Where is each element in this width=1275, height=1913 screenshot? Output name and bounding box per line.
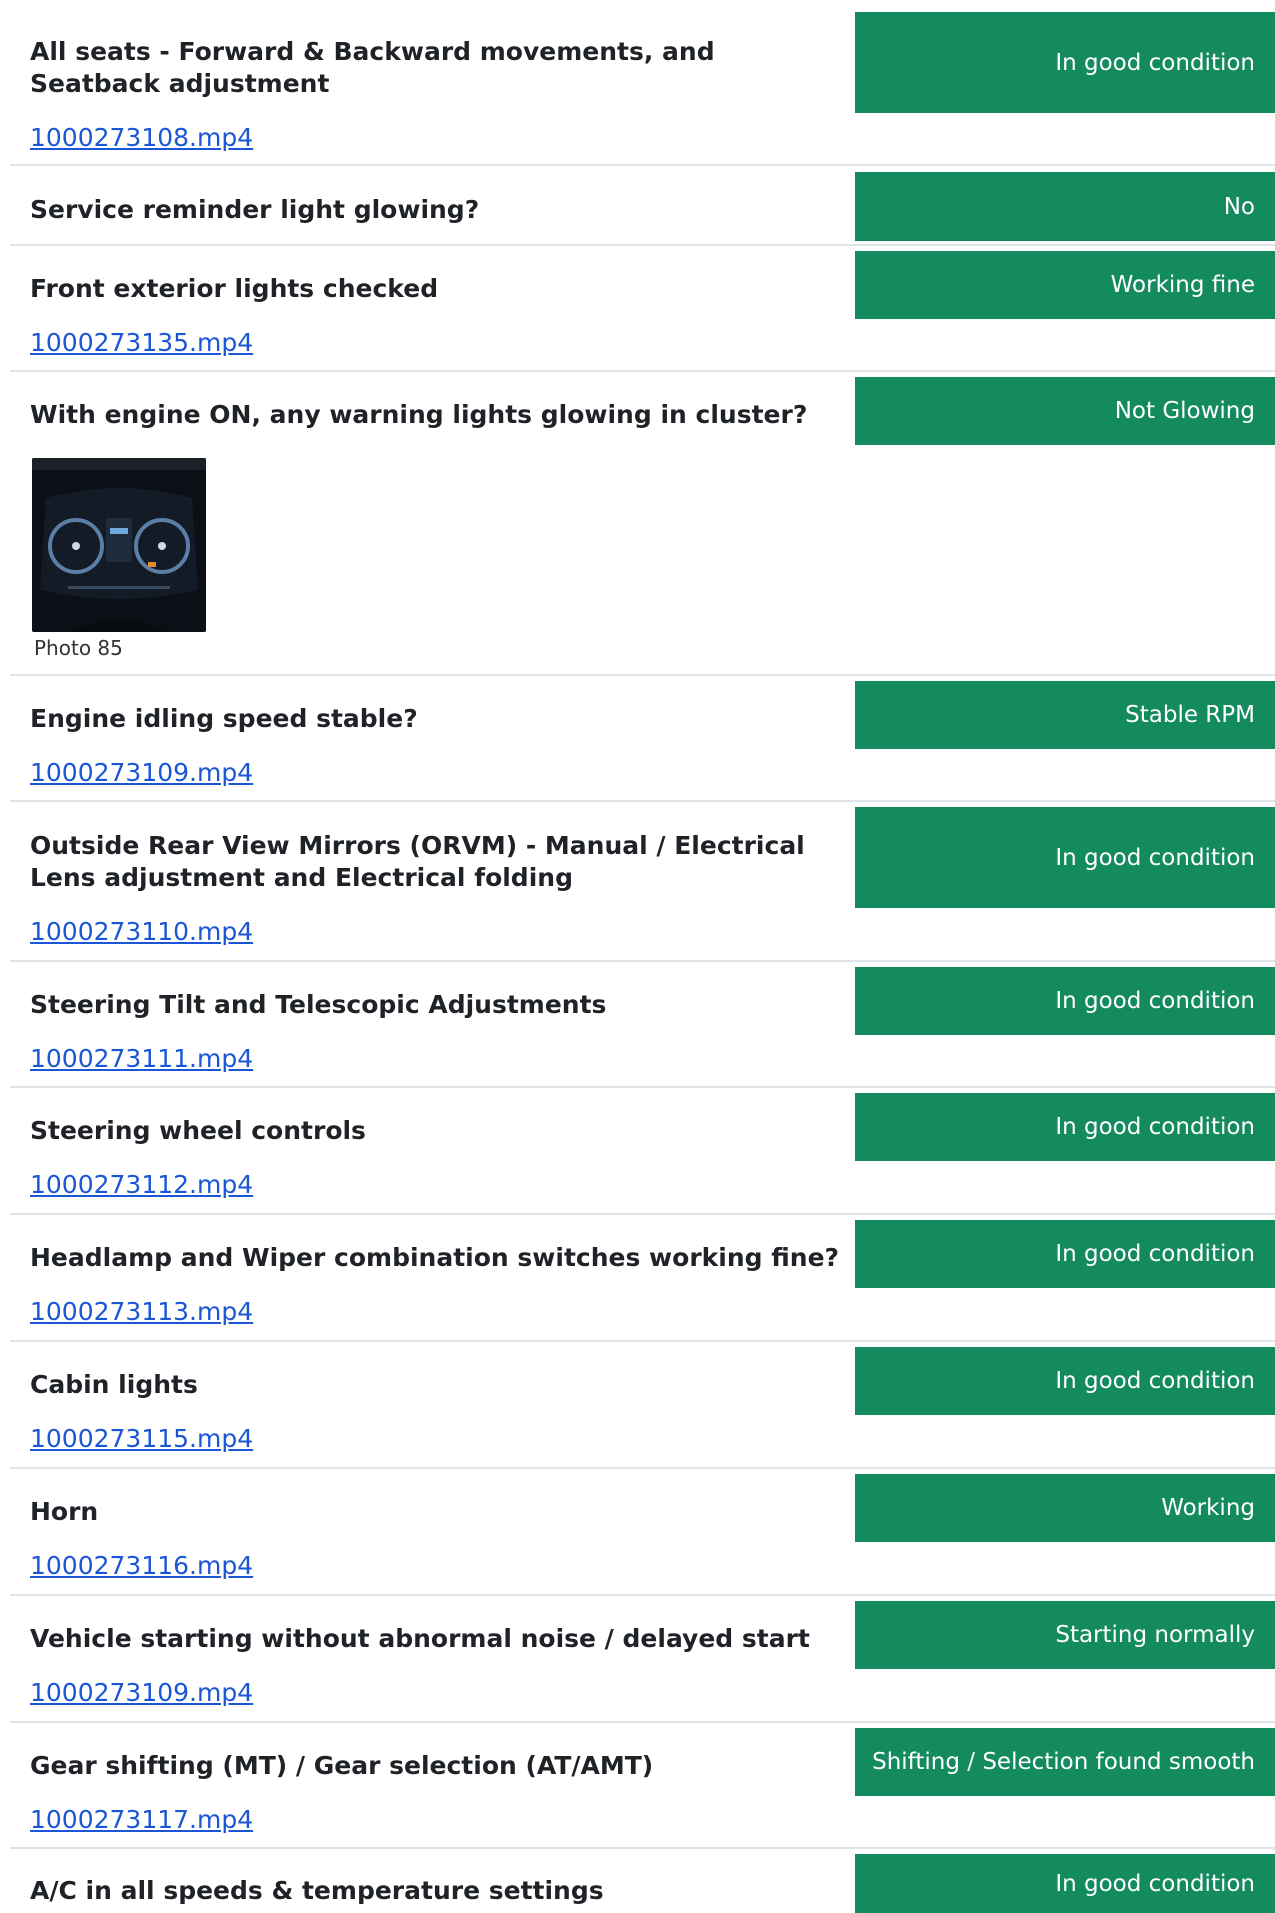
status-badge: In good condition	[855, 1854, 1275, 1913]
item-label: Outside Rear View Mirrors (ORVM) - Manua…	[30, 831, 805, 892]
checklist-row: Steering wheel controls In good conditio…	[10, 1088, 1275, 1215]
status-badge: No	[855, 172, 1275, 241]
status-badge: In good condition	[855, 12, 1275, 113]
status-badge: Shifting / Selection found smooth	[855, 1728, 1275, 1796]
item-label: A/C in all speeds & temperature settings	[30, 1876, 604, 1905]
item-label: All seats - Forward & Backward movements…	[30, 37, 715, 98]
status-badge: Working	[855, 1474, 1275, 1542]
status-badge: Not Glowing	[855, 377, 1275, 445]
status-badge: Starting normally	[855, 1601, 1275, 1669]
checklist-row: Vehicle starting without abnormal noise …	[10, 1596, 1275, 1723]
checklist-row: Outside Rear View Mirrors (ORVM) - Manua…	[10, 802, 1275, 962]
item-label: Engine idling speed stable?	[30, 704, 418, 733]
video-link[interactable]: 1000273116.mp4	[30, 1550, 253, 1582]
item-label: Gear shifting (MT) / Gear selection (AT/…	[30, 1751, 654, 1780]
checklist-row: Gear shifting (MT) / Gear selection (AT/…	[10, 1723, 1275, 1849]
checklist-row: A/C in all speeds & temperature settings…	[10, 1849, 1275, 1913]
status-badge: In good condition	[855, 1220, 1275, 1288]
video-link[interactable]: 1000273115.mp4	[30, 1423, 253, 1455]
checklist-row: Engine idling speed stable? Stable RPM 1…	[10, 676, 1275, 802]
video-link[interactable]: 1000273109.mp4	[30, 1677, 253, 1709]
item-label: With engine ON, any warning lights glowi…	[30, 400, 808, 429]
cluster-photo-thumbnail[interactable]	[32, 458, 206, 632]
item-label: Headlamp and Wiper combination switches …	[30, 1243, 840, 1272]
item-label: Service reminder light glowing?	[30, 195, 480, 224]
video-link[interactable]: 1000273112.mp4	[30, 1169, 253, 1201]
video-link[interactable]: 1000273109.mp4	[30, 757, 253, 789]
status-badge: In good condition	[855, 967, 1275, 1035]
status-badge: In good condition	[855, 807, 1275, 908]
checklist-row: Steering Tilt and Telescopic Adjustments…	[10, 962, 1275, 1088]
checklist-row: Headlamp and Wiper combination switches …	[10, 1215, 1275, 1342]
video-link[interactable]: 1000273117.mp4	[30, 1804, 253, 1836]
inspection-checklist: All seats - Forward & Backward movements…	[0, 0, 1275, 1913]
item-label: Steering Tilt and Telescopic Adjustments	[30, 990, 607, 1019]
item-label: Horn	[30, 1497, 99, 1526]
item-label: Front exterior lights checked	[30, 274, 439, 303]
instrument-cluster-image	[32, 458, 206, 632]
video-link[interactable]: 1000273113.mp4	[30, 1296, 253, 1328]
checklist-row: With engine ON, any warning lights glowi…	[10, 372, 1275, 676]
checklist-row: Cabin lights In good condition 100027311…	[10, 1342, 1275, 1469]
video-link[interactable]: 1000273135.mp4	[30, 327, 253, 359]
status-badge: In good condition	[855, 1093, 1275, 1161]
status-badge: Stable RPM	[855, 681, 1275, 749]
checklist-row: Horn Working 1000273116.mp4	[10, 1469, 1275, 1596]
video-link[interactable]: 1000273111.mp4	[30, 1043, 253, 1075]
photo-caption: Photo 85	[34, 636, 123, 660]
item-label: Cabin lights	[30, 1370, 198, 1399]
item-label: Steering wheel controls	[30, 1116, 366, 1145]
checklist-row: Service reminder light glowing? No	[10, 166, 1275, 246]
status-badge: In good condition	[855, 1347, 1275, 1415]
status-badge: Working fine	[855, 251, 1275, 319]
video-link[interactable]: 1000273110.mp4	[30, 916, 253, 948]
checklist-row: Front exterior lights checked Working fi…	[10, 246, 1275, 372]
video-link[interactable]: 1000273108.mp4	[30, 122, 253, 154]
item-label: Vehicle starting without abnormal noise …	[30, 1624, 810, 1653]
checklist-row: All seats - Forward & Backward movements…	[10, 0, 1275, 166]
